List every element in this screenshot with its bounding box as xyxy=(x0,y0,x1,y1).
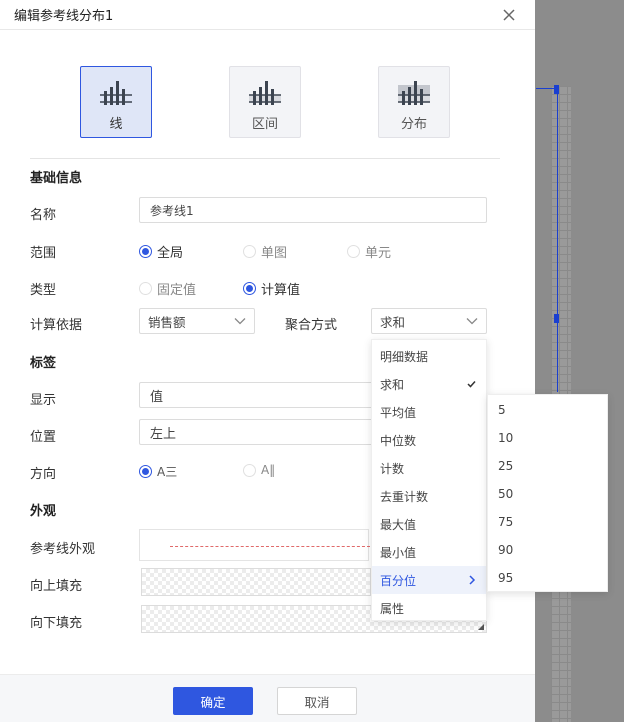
menu-item-min[interactable]: 最小值 xyxy=(372,538,486,566)
menu-item-label: 最小值 xyxy=(380,545,417,560)
tile-line-label: 线 xyxy=(109,117,123,132)
tile-range[interactable]: 区间 xyxy=(229,66,301,138)
percentile-50[interactable]: 50 xyxy=(488,480,607,508)
type-fixed-radio[interactable]: 固定值 xyxy=(139,279,196,298)
scope-global-radio[interactable]: 全局 xyxy=(139,242,183,261)
menu-item-label: 平均值 xyxy=(380,405,417,420)
position-select[interactable]: 左上 xyxy=(139,419,379,445)
menu-item-max[interactable]: 最大值 xyxy=(372,510,486,538)
fill-down-label: 向下填充 xyxy=(30,616,83,631)
selection-border xyxy=(536,88,558,392)
direction-vertical-radio[interactable]: A‖ xyxy=(243,463,275,477)
scope-cell-label: 单元 xyxy=(365,246,392,261)
radio-dot xyxy=(139,465,152,478)
dialog-title: 编辑参考线分布1 xyxy=(14,9,114,24)
section-basic-info: 基础信息 xyxy=(30,171,83,186)
radio-dot xyxy=(243,282,256,295)
menu-item-sum[interactable]: 求和 xyxy=(372,370,486,398)
type-label: 类型 xyxy=(30,283,57,298)
menu-item-label: 属性 xyxy=(380,601,405,616)
type-calculated-radio[interactable]: 计算值 xyxy=(243,279,300,298)
percentile-95[interactable]: 95 xyxy=(488,564,607,592)
line-chart-icon xyxy=(100,81,132,105)
range-chart-icon xyxy=(249,81,281,105)
cancel-button[interactable]: 取消 xyxy=(277,687,357,715)
basis-label: 计算依据 xyxy=(30,318,83,333)
display-label: 显示 xyxy=(30,393,57,408)
radio-dot xyxy=(347,245,360,258)
name-input[interactable]: 参考线1 xyxy=(139,197,487,223)
distribution-chart-icon xyxy=(398,81,430,105)
menu-item-label: 求和 xyxy=(380,377,405,392)
dashed-line-preview xyxy=(170,546,370,547)
display-select[interactable]: 值 xyxy=(139,382,379,408)
menu-item-label: 明细数据 xyxy=(380,349,429,364)
direction-horizontal-label: A三 xyxy=(157,465,178,479)
direction-horizontal-radio[interactable]: A三 xyxy=(139,463,177,480)
selection-handle-right[interactable] xyxy=(554,314,559,323)
menu-item-label: 计数 xyxy=(380,461,405,476)
tile-range-label: 区间 xyxy=(251,117,278,132)
agg-select-value: 求和 xyxy=(380,314,406,330)
ok-button[interactable]: 确定 xyxy=(173,687,253,715)
menu-item-detail[interactable]: 明细数据 xyxy=(372,342,486,370)
close-icon[interactable] xyxy=(501,7,517,23)
menu-item-label: 去重计数 xyxy=(380,489,429,504)
chevron-down-icon xyxy=(466,318,478,325)
direction-label: 方向 xyxy=(30,467,57,482)
fill-up-picker[interactable] xyxy=(141,568,371,596)
basis-select-value: 销售额 xyxy=(148,314,186,330)
tile-line[interactable]: 线 xyxy=(80,66,152,138)
section-appearance: 外观 xyxy=(30,504,57,519)
menu-item-percentile[interactable]: 百分位 xyxy=(372,566,486,594)
percentile-10[interactable]: 10 xyxy=(488,424,607,452)
tile-distribution-label: 分布 xyxy=(400,117,427,132)
type-fixed-label: 固定值 xyxy=(157,283,197,298)
menu-item-distinct-count[interactable]: 去重计数 xyxy=(372,482,486,510)
menu-item-label: 百分位 xyxy=(380,573,417,588)
check-icon xyxy=(467,380,476,388)
radio-dot xyxy=(243,245,256,258)
dialog-header: 编辑参考线分布1 xyxy=(0,0,535,30)
direction-vertical-label: A‖ xyxy=(261,463,276,477)
agg-label: 聚合方式 xyxy=(285,318,338,333)
scope-label: 范围 xyxy=(30,246,57,261)
radio-dot xyxy=(139,245,152,258)
menu-item-median[interactable]: 中位数 xyxy=(372,426,486,454)
chevron-right-icon xyxy=(469,575,476,585)
agg-dropdown-menu: 明细数据 求和 平均值 中位数 计数 去重计数 最大值 最小值 百分位 属性 xyxy=(371,339,487,621)
menu-item-count[interactable]: 计数 xyxy=(372,454,486,482)
percentile-90[interactable]: 90 xyxy=(488,536,607,564)
line-style-picker[interactable] xyxy=(139,529,370,561)
name-label: 名称 xyxy=(30,208,57,223)
reference-type-selector: 线 区间 分布 xyxy=(80,66,460,138)
tile-distribution[interactable]: 分布 xyxy=(378,66,450,138)
selection-handle-top[interactable] xyxy=(554,85,559,94)
percentile-75[interactable]: 75 xyxy=(488,508,607,536)
scope-global-label: 全局 xyxy=(157,246,184,261)
menu-item-attribute[interactable]: 属性 xyxy=(372,594,486,622)
resize-corner-icon xyxy=(478,624,484,630)
radio-dot xyxy=(243,463,256,477)
dialog-footer: 确定 取消 xyxy=(0,674,535,722)
menu-item-average[interactable]: 平均值 xyxy=(372,398,486,426)
percentile-submenu: 5 10 25 50 75 90 95 xyxy=(487,394,608,592)
menu-item-label: 最大值 xyxy=(380,517,417,532)
scope-cell-radio[interactable]: 单元 xyxy=(347,242,391,261)
section-divider xyxy=(30,158,500,159)
basis-select[interactable]: 销售额 xyxy=(139,308,255,334)
section-label: 标签 xyxy=(30,356,57,371)
scope-single-chart-radio[interactable]: 单图 xyxy=(243,242,287,261)
scope-single-chart-label: 单图 xyxy=(261,246,288,261)
chevron-down-icon xyxy=(234,318,246,325)
fill-up-label: 向上填充 xyxy=(30,579,83,594)
radio-dot xyxy=(139,282,152,295)
line-appearance-label: 参考线外观 xyxy=(30,542,96,557)
percentile-5[interactable]: 5 xyxy=(488,396,607,424)
type-calculated-label: 计算值 xyxy=(261,283,301,298)
agg-select[interactable]: 求和 xyxy=(371,308,487,334)
menu-item-label: 中位数 xyxy=(380,433,417,448)
position-label: 位置 xyxy=(30,430,57,445)
percentile-25[interactable]: 25 xyxy=(488,452,607,480)
